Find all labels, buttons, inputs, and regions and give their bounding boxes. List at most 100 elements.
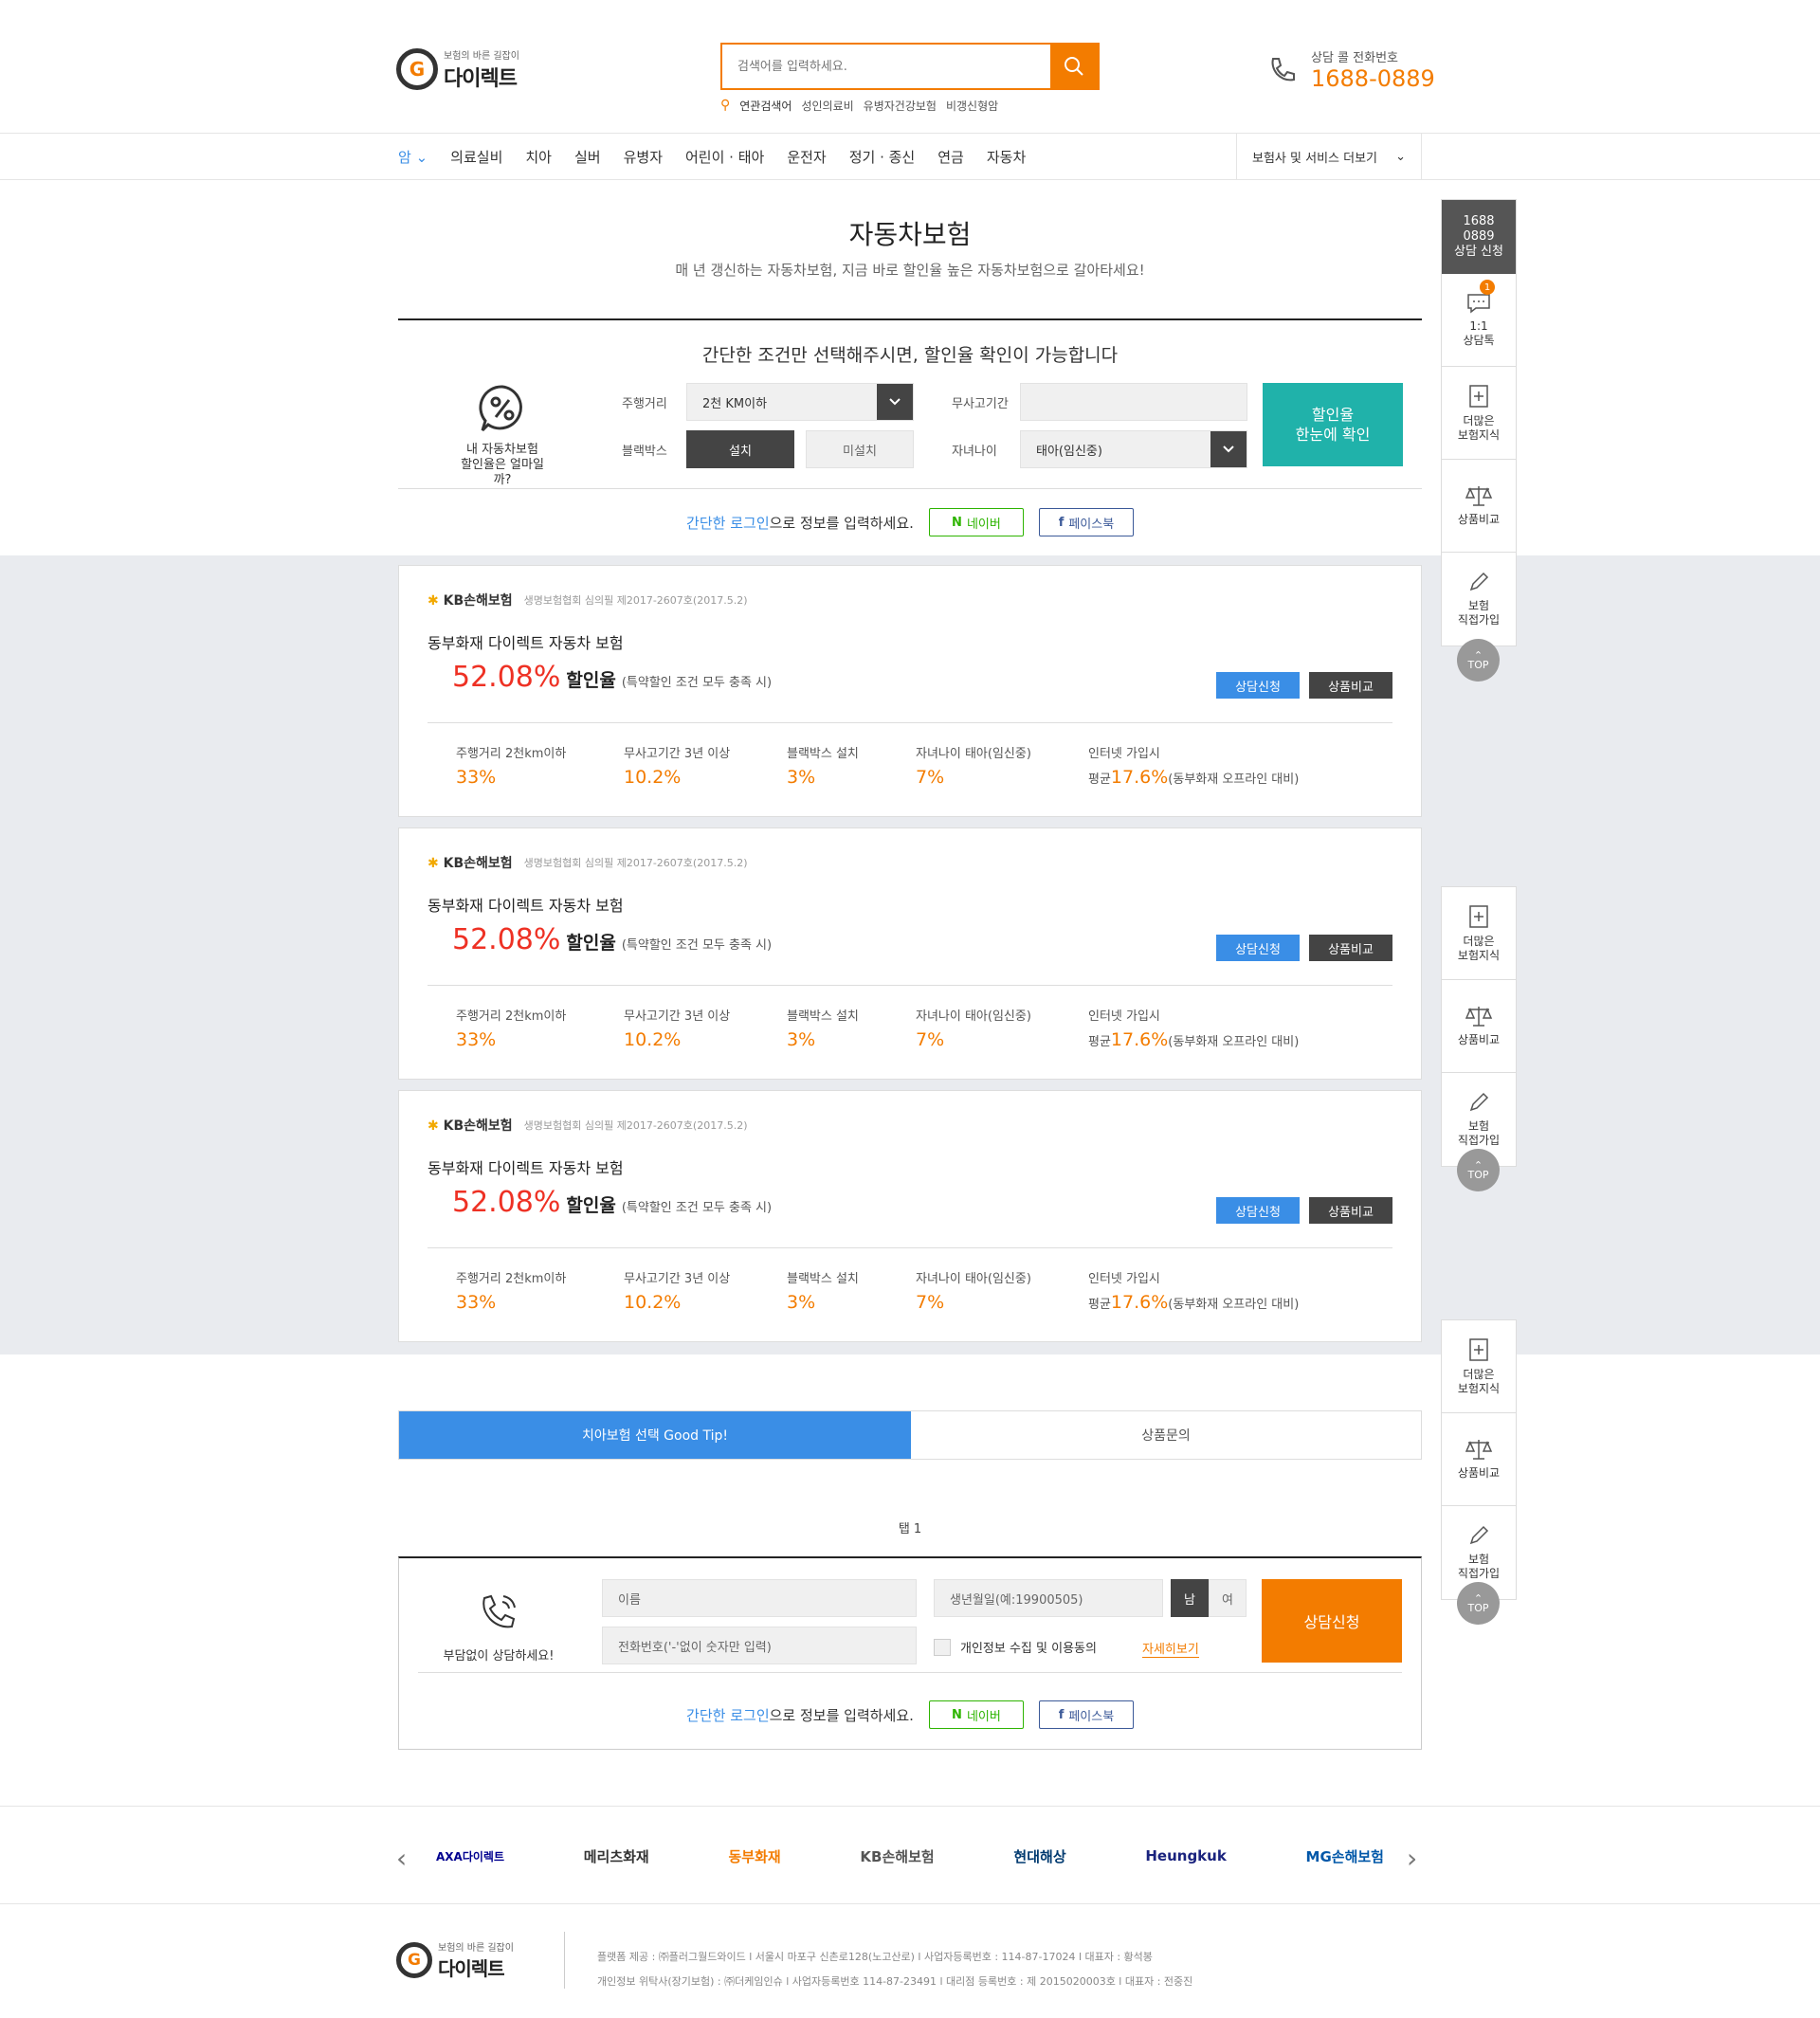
gender-male-button[interactable]: 남	[1171, 1579, 1209, 1617]
quick-knowledge[interactable]: 더많은 보험지식	[1442, 887, 1516, 980]
nav-more-dropdown[interactable]: 보험사 및 서비스 더보기 ⌄	[1236, 134, 1422, 179]
blackbox-no-button[interactable]: 미설치	[806, 430, 914, 468]
no-accident-field[interactable]	[1020, 383, 1247, 421]
quick-direct-join[interactable]: 보험 직접가입	[1442, 553, 1516, 645]
registration-number: 생명보험협회 심의필 제2017-2607호(2017.5.2)	[523, 594, 748, 607]
facebook-icon: f	[1058, 515, 1065, 530]
nav-item-medical[interactable]: 의료실비	[450, 147, 502, 167]
scroll-top-button[interactable]: ⌃ TOP	[1457, 1582, 1500, 1625]
insurer: ✱ KB손해보험 생명보험협회 심의필 제2017-2607호(2017.5.2)	[428, 853, 748, 872]
partner-logo-hyundai[interactable]: 현대해상	[1013, 1846, 1065, 1866]
site-footer: G 보험의 바른 길잡이 다이렉트 플랫폼 제공 : ㈜플러그월드와이드 l 서…	[0, 1905, 1820, 2018]
facebook-login-button[interactable]: f 페이스북	[1038, 1700, 1134, 1729]
quick-compare[interactable]: 상품비교	[1442, 1413, 1516, 1506]
quick-knowledge[interactable]: 더많은 보험지식	[1442, 367, 1516, 460]
simple-login-link[interactable]: 간단한 로그인	[686, 1707, 770, 1724]
stat-mileage: 주행거리 2천km이하 33%	[456, 1009, 567, 1050]
quick-knowledge[interactable]: 더많은 보험지식	[1442, 1320, 1516, 1413]
scroll-top-button[interactable]: ⌃ TOP	[1457, 639, 1500, 682]
partner-logo-axa[interactable]: AXA다이렉트	[436, 1848, 504, 1864]
stat-internet: 인터넷 가입시 평균17.6%(동부화재 오프라인 대비)	[1088, 1272, 1300, 1313]
phone-number[interactable]: 1688-0889	[1311, 65, 1435, 92]
consult-caption: 부담없이 상담하세요!	[443, 1649, 555, 1663]
partner-logo-heungkuk[interactable]: Heungkuk	[1145, 1847, 1226, 1864]
chevron-left-icon[interactable]: ‹	[396, 1843, 407, 1874]
partner-logo-kb[interactable]: KB손해보험	[860, 1846, 934, 1866]
pencil-icon	[1469, 1525, 1489, 1545]
check-discount-button[interactable]: 할인율 한눈에 확인	[1263, 383, 1403, 466]
consult-button[interactable]: 상담신청	[1216, 672, 1300, 699]
partner-logo-meritz[interactable]: 메리츠화재	[584, 1846, 649, 1866]
nav-item-cancer[interactable]: 암 ⌄	[398, 147, 428, 167]
pencil-icon	[1469, 572, 1489, 591]
nav-item-life[interactable]: 정기 · 종신	[849, 147, 916, 167]
nav-item-silver[interactable]: 실버	[574, 147, 601, 167]
name-field[interactable]: 이름	[602, 1579, 917, 1617]
product-card: ✱ KB손해보험 생명보험협회 심의필 제2017-2607호(2017.5.2)…	[398, 827, 1422, 1080]
child-age-select[interactable]: 태아(임신중)	[1020, 430, 1247, 468]
quick-compare[interactable]: 상품비교	[1442, 460, 1516, 553]
product-title: 동부화재 다이렉트 자동차 보험	[428, 1159, 624, 1177]
related-term[interactable]: 유병자건강보험	[864, 98, 937, 114]
product-title: 동부화재 다이렉트 자동차 보험	[428, 897, 624, 915]
compare-button[interactable]: 상품비교	[1309, 672, 1392, 699]
compare-button[interactable]: 상품비교	[1309, 935, 1392, 961]
nav-item-driver[interactable]: 운전자	[787, 147, 826, 167]
tab-good-tip[interactable]: 치아보험 선택 Good Tip!	[399, 1411, 911, 1459]
related-term[interactable]: 비갱신형암	[946, 98, 998, 114]
stat-child-age: 자녀나이 태아(임신중) 7%	[916, 747, 1031, 788]
consult-submit-button[interactable]: 상담신청	[1262, 1579, 1402, 1663]
chevron-right-icon[interactable]: ›	[1407, 1843, 1417, 1874]
discount-rate: 52.08% 할인율 (특약할인 조건 모두 충족 시)	[452, 923, 773, 956]
naver-login-button[interactable]: N 네이버	[928, 508, 1024, 536]
phone-label: 상담 콜 전화번호	[1311, 51, 1398, 65]
naver-icon: N	[952, 515, 962, 530]
phone-field[interactable]: 전화번호('-'없이 숫자만 입력)	[602, 1627, 917, 1664]
privacy-detail-link[interactable]: 자세히보기	[1142, 1639, 1199, 1658]
naver-login-button[interactable]: N 네이버	[928, 1700, 1024, 1729]
search-button[interactable]	[1050, 45, 1098, 88]
site-logo[interactable]: G 보험의 바른 길잡이 다이렉트	[396, 45, 548, 93]
consult-button[interactable]: 상담신청	[1216, 935, 1300, 961]
quick-compare[interactable]: 상품비교	[1442, 980, 1516, 1073]
partner-logo-dongbu[interactable]: 동부화재	[728, 1846, 780, 1866]
mileage-select[interactable]: 2천 KM이하	[686, 383, 914, 421]
divider	[428, 985, 1392, 986]
consult-button[interactable]: 상담신청	[1216, 1197, 1300, 1224]
chevron-down-icon: ⌄	[1395, 149, 1406, 164]
discount-rate: 52.08% 할인율 (특약할인 조건 모두 충족 시)	[452, 661, 773, 694]
search-input[interactable]	[722, 45, 1050, 88]
partner-carousel: ‹ AXA다이렉트 메리츠화재 동부화재 KB손해보험 현대해상 Heungku…	[0, 1806, 1820, 1904]
quick-phone-consult[interactable]: 1688 0889 상담 신청	[1442, 200, 1516, 274]
chat-icon	[1467, 293, 1490, 314]
nav-item-auto[interactable]: 자동차	[987, 147, 1026, 167]
stat-child-age: 자녀나이 태아(임신중) 7%	[916, 1009, 1031, 1050]
scroll-top-button[interactable]: ⌃ TOP	[1457, 1149, 1500, 1191]
document-plus-icon	[1469, 384, 1488, 408]
tab-inquiry[interactable]: 상품문의	[911, 1411, 1421, 1459]
chevron-down-icon	[1210, 431, 1247, 467]
nav-item-pension[interactable]: 연금	[937, 147, 964, 167]
related-term[interactable]: 성인의료비	[801, 98, 853, 114]
scale-icon	[1465, 1007, 1493, 1027]
nav-item-dental[interactable]: 치아	[525, 147, 552, 167]
compare-button[interactable]: 상품비교	[1309, 1197, 1392, 1224]
partner-logo-mg[interactable]: MG손해보험	[1306, 1846, 1384, 1866]
consent-label: 개인정보 수집 및 이용동의	[960, 1642, 1097, 1656]
info-tabs: 치아보험 선택 Good Tip! 상품문의	[398, 1410, 1422, 1460]
insurer: ✱ KB손해보험 생명보험협회 심의필 제2017-2607호(2017.5.2)	[428, 591, 748, 609]
quick-menu: 1688 0889 상담 신청 1 1:1 상담톡 더많은 보험지식 상품비교 보험 직접…	[1441, 199, 1517, 646]
simple-login-link[interactable]: 간단한 로그인	[686, 515, 770, 532]
quick-chat[interactable]: 1 1:1 상담톡	[1442, 274, 1516, 367]
discount-rate: 52.08% 할인율 (특약할인 조건 모두 충족 시)	[452, 1186, 773, 1219]
blackbox-yes-button[interactable]: 설치	[686, 430, 794, 468]
nav-item-children[interactable]: 어린이 · 태아	[685, 147, 764, 167]
birthdate-field[interactable]: 생년월일(예:19900505)	[934, 1579, 1163, 1617]
facebook-login-button[interactable]: f 페이스북	[1038, 508, 1134, 536]
gender-female-button[interactable]: 여	[1209, 1579, 1247, 1617]
nav-item-chronic[interactable]: 유병자	[624, 147, 663, 167]
calculator-intro: 내 자동차보험 할인율은 얼마일까?	[455, 383, 550, 488]
consent-checkbox[interactable]	[934, 1638, 951, 1656]
stat-no-accident: 무사고기간 3년 이상 10.2%	[624, 747, 731, 788]
stat-no-accident: 무사고기간 3년 이상 10.2%	[624, 1272, 731, 1313]
